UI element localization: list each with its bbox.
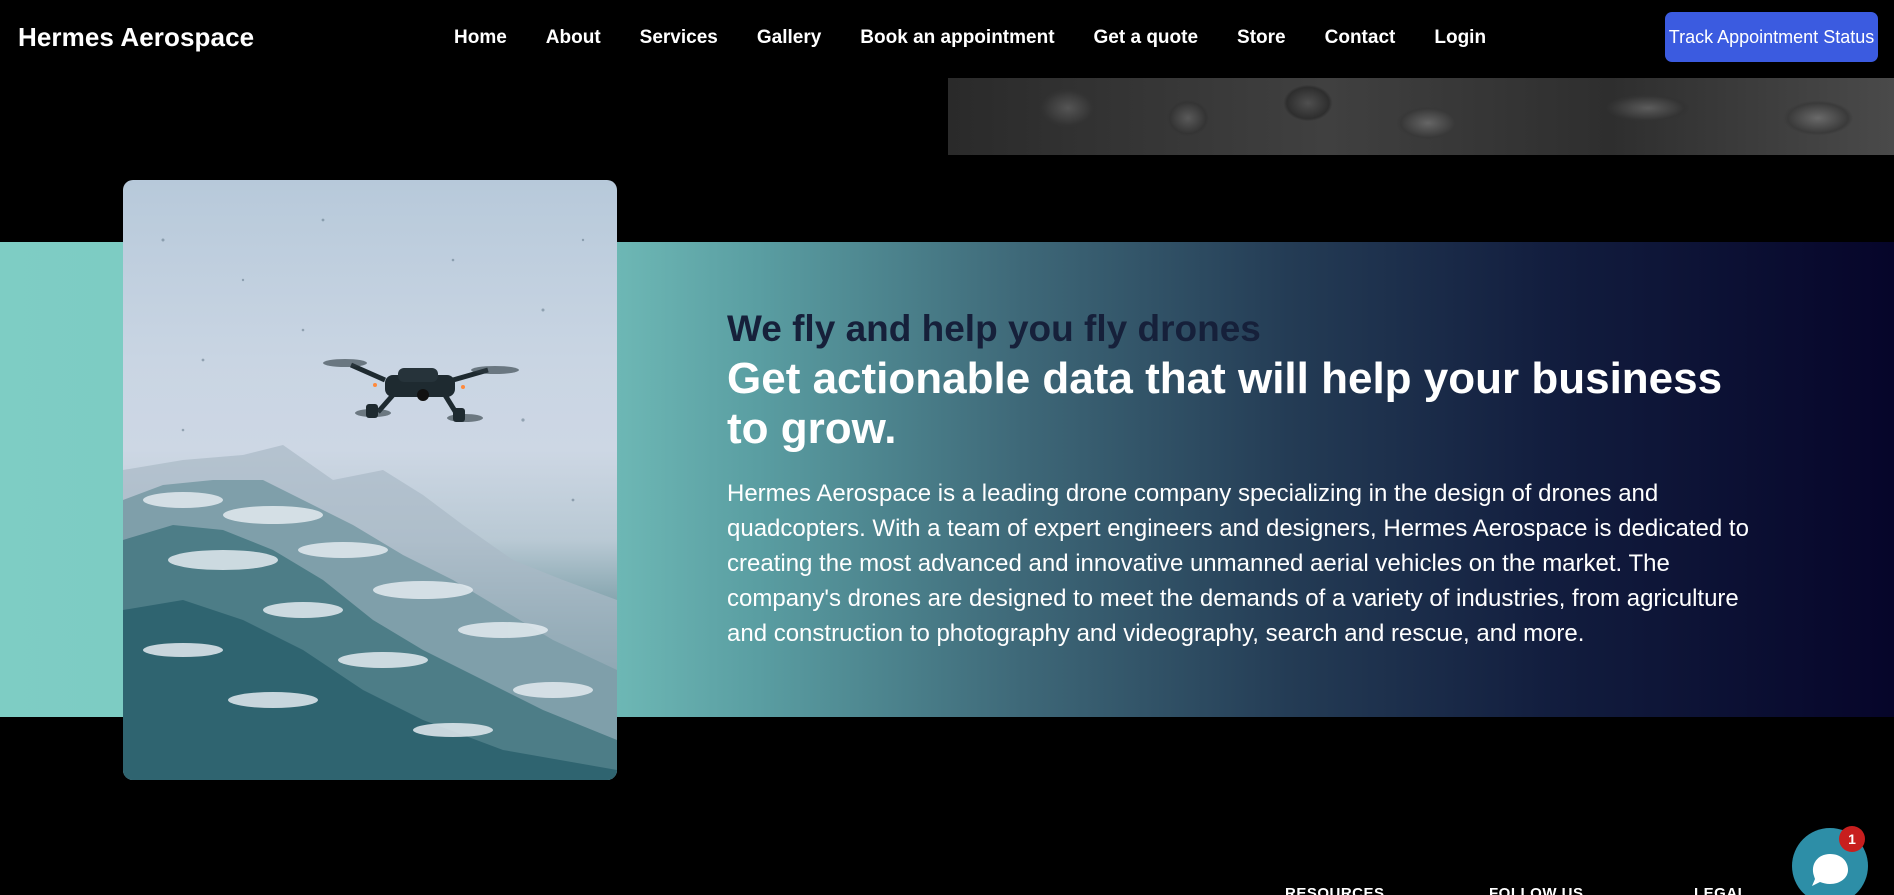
chat-notification-badge: 1 <box>1839 826 1865 852</box>
footer-headings: RESOURCES FOLLOW US LEGAL <box>1285 885 1747 895</box>
brand-logo[interactable]: Hermes Aerospace <box>18 22 254 53</box>
footer-heading-legal: LEGAL <box>1694 885 1748 895</box>
nav-services[interactable]: Services <box>640 27 718 49</box>
navbar: Hermes Aerospace Home About Services Gal… <box>0 0 1894 78</box>
nav-book-appointment[interactable]: Book an appointment <box>860 27 1054 49</box>
footer-heading-follow: FOLLOW US <box>1489 885 1584 895</box>
previous-section-image <box>948 78 1894 155</box>
nav-home[interactable]: Home <box>454 27 507 49</box>
section-body: Hermes Aerospace is a leading drone comp… <box>727 480 1749 647</box>
nav-store[interactable]: Store <box>1237 27 1286 49</box>
footer-heading-resources: RESOURCES <box>1285 885 1385 895</box>
track-appointment-button[interactable]: Track Appointment Status <box>1665 12 1878 62</box>
section-subheading: We fly and help you fly drones <box>727 308 1261 349</box>
drone-icon <box>323 359 519 422</box>
nav-about[interactable]: About <box>546 27 601 49</box>
main-nav: Home About Services Gallery Book an appo… <box>454 27 1525 49</box>
nav-gallery[interactable]: Gallery <box>757 27 821 49</box>
drone-photo-art <box>123 218 617 780</box>
nav-login[interactable]: Login <box>1434 27 1486 49</box>
section-headline: Get actionable data that will help your … <box>727 354 1723 453</box>
about-text: We fly and help you fly drones Get actio… <box>727 304 1767 651</box>
nav-contact[interactable]: Contact <box>1325 27 1396 49</box>
drone-photo <box>123 180 617 780</box>
nav-get-quote[interactable]: Get a quote <box>1094 27 1199 49</box>
